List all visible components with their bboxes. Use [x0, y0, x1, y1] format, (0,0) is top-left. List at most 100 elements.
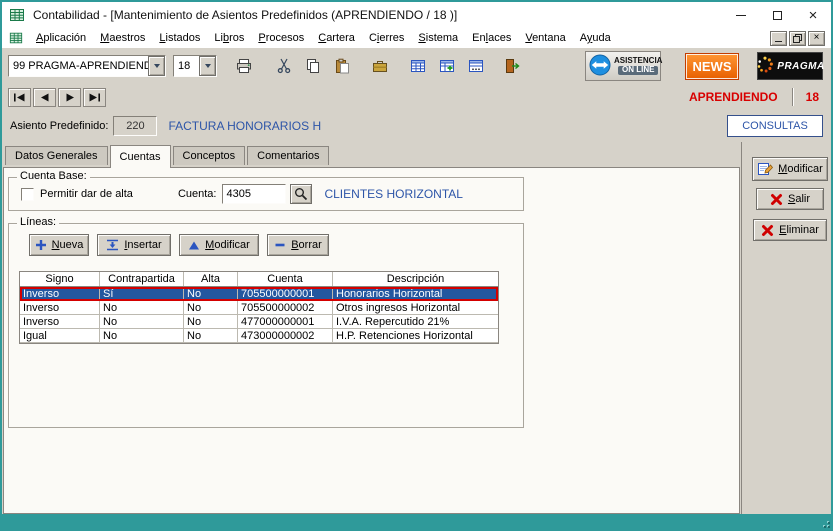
- tabstrip: Datos GeneralesCuentasConceptosComentari…: [5, 146, 331, 167]
- menu-item-listados[interactable]: Listados: [152, 30, 207, 46]
- company-name-label: APRENDIENDO: [689, 90, 778, 104]
- cell-descripcion: I.V.A. Repercutido 21%: [333, 315, 498, 328]
- cell-alta: No: [184, 315, 238, 328]
- close-button[interactable]: ×: [795, 2, 831, 28]
- minimize-button[interactable]: [723, 2, 759, 28]
- table-view-icon[interactable]: [405, 53, 431, 79]
- mdi-minimize-button[interactable]: [770, 31, 787, 46]
- company-combo[interactable]: 99 PRAGMA-APRENDIENDO: [8, 55, 166, 77]
- menu-item-libros[interactable]: Libros: [207, 30, 251, 46]
- menu-item-cierres[interactable]: Cierres: [362, 30, 411, 46]
- application-window: Contabilidad - [Mantenimiento de Asiento…: [0, 0, 833, 531]
- cut-icon[interactable]: [271, 53, 297, 79]
- modify-up-icon: [188, 240, 200, 251]
- lineas-nueva-button[interactable]: Nueva: [29, 234, 89, 256]
- maximize-button[interactable]: [759, 2, 795, 28]
- chevron-down-icon[interactable]: [199, 56, 216, 76]
- company-combo-value: 99 PRAGMA-APRENDIENDO: [9, 56, 148, 76]
- menu-item-procesos[interactable]: Procesos: [251, 30, 311, 46]
- resize-grip[interactable]: [820, 518, 830, 528]
- consultas-label: CONSULTAS: [742, 120, 808, 132]
- tab-datos-generales[interactable]: Datos Generales: [5, 146, 108, 165]
- statusbar: [0, 514, 833, 531]
- lineas-table: SignoContrapartidaAltaCuentaDescripciónI…: [19, 271, 499, 344]
- table-row-3[interactable]: InversoNoNo477000000001I.V.A. Repercutid…: [20, 315, 498, 329]
- column-header-cuenta[interactable]: Cuenta: [238, 272, 333, 286]
- menubar: AplicaciónMaestrosListadosLibrosProcesos…: [2, 28, 831, 48]
- modificar-button[interactable]: Modificar: [752, 157, 828, 181]
- exercise-label: 18: [806, 90, 819, 104]
- news-button[interactable]: NEWS: [685, 53, 739, 80]
- consultas-button[interactable]: CONSULTAS: [727, 115, 823, 137]
- mdi-child-icon: [9, 31, 23, 45]
- vcr-buttons: [8, 88, 106, 107]
- cuenta-label: Cuenta:: [178, 188, 217, 200]
- cuenta-base-group: Cuenta Base: Permitir dar de alta Cuenta…: [8, 177, 524, 211]
- menu-item-cartera[interactable]: Cartera: [311, 30, 362, 46]
- exit-app-icon[interactable]: [499, 53, 525, 79]
- lineas-insertar-button[interactable]: Insertar: [97, 234, 171, 256]
- paste-icon[interactable]: [329, 53, 355, 79]
- cuenta-base-group-label: Cuenta Base:: [17, 170, 90, 182]
- nav-next-button[interactable]: [58, 88, 81, 107]
- menu-item-ventana[interactable]: Ventana: [518, 30, 572, 46]
- table-list-icon[interactable]: [463, 53, 489, 79]
- toolbar: 99 PRAGMA-APRENDIENDO 18 ASISTENCIA ON L…: [2, 48, 831, 84]
- nav-first-button[interactable]: [8, 88, 31, 107]
- mdi-close-button[interactable]: ×: [808, 31, 825, 46]
- tab-page-cuentas: Cuenta Base: Permitir dar de alta Cuenta…: [3, 167, 740, 514]
- asiento-code-field: 220: [113, 116, 157, 136]
- permitir-dar-de-alta-checkbox[interactable]: [21, 188, 34, 201]
- nav-last-button[interactable]: [83, 88, 106, 107]
- new-icon: [35, 239, 47, 251]
- exercise-combo[interactable]: 18: [173, 55, 217, 77]
- column-header-signo[interactable]: Signo: [20, 272, 100, 286]
- teamviewer-icon: [589, 54, 611, 79]
- lineas-borrar-button[interactable]: Borrar: [267, 234, 329, 256]
- divider: [792, 88, 794, 106]
- cell-signo: Inverso: [20, 315, 100, 328]
- mdi-restore-button[interactable]: [789, 31, 806, 46]
- menu-item-maestros[interactable]: Maestros: [93, 30, 152, 46]
- tab-comentarios[interactable]: Comentarios: [247, 146, 329, 165]
- table-row-1-selected[interactable]: InversoSíNo705500000001Honorarios Horizo…: [20, 287, 498, 301]
- cell-contrapartida: No: [100, 329, 184, 342]
- cell-signo: Inverso: [20, 301, 100, 314]
- cell-descripcion: Honorarios Horizontal: [333, 287, 498, 300]
- cuenta-input[interactable]: [222, 184, 286, 204]
- asistencia-online-button[interactable]: ASISTENCIA ON LINE: [585, 51, 661, 81]
- lineas-modificar-label: Modificar: [205, 239, 250, 251]
- salir-button[interactable]: Salir: [756, 188, 824, 210]
- cell-contrapartida: No: [100, 301, 184, 314]
- eliminar-button[interactable]: Eliminar: [753, 219, 827, 241]
- cell-contrapartida: Sí: [100, 287, 184, 300]
- titlebar: Contabilidad - [Mantenimiento de Asiento…: [2, 2, 831, 28]
- search-button[interactable]: [290, 184, 312, 204]
- asiento-predefinido-label: Asiento Predefinido:: [10, 120, 108, 132]
- menu-item-ayuda[interactable]: Ayuda: [573, 30, 618, 46]
- pragma-logo-button[interactable]: PRAGMA: [757, 52, 823, 80]
- menu-item-aplicacion[interactable]: Aplicación: [29, 30, 93, 46]
- nav-prev-button[interactable]: [33, 88, 56, 107]
- table-header-row: SignoContrapartidaAltaCuentaDescripción: [20, 272, 498, 287]
- delete-minus-icon: [274, 239, 286, 251]
- printer-icon[interactable]: [231, 53, 257, 79]
- cell-cuenta: 705500000001: [238, 287, 333, 300]
- menu-item-sistema[interactable]: Sistema: [411, 30, 465, 46]
- table-row-4[interactable]: IgualNoNo473000000002H.P. Retenciones Ho…: [20, 329, 498, 343]
- tab-conceptos[interactable]: Conceptos: [173, 146, 246, 165]
- briefcase-icon[interactable]: [367, 53, 393, 79]
- column-header-contrapartida[interactable]: Contrapartida: [100, 272, 184, 286]
- lineas-modificar-button[interactable]: Modificar: [179, 234, 259, 256]
- cell-alta: No: [184, 301, 238, 314]
- menu-item-enlaces[interactable]: Enlaces: [465, 30, 518, 46]
- chevron-down-icon[interactable]: [148, 56, 165, 76]
- column-header-alta[interactable]: Alta: [184, 272, 238, 286]
- tab-cuentas[interactable]: Cuentas: [110, 145, 171, 168]
- copy-icon[interactable]: [300, 53, 326, 79]
- cell-signo: Igual: [20, 329, 100, 342]
- table-insert-icon[interactable]: [434, 53, 460, 79]
- table-row-2[interactable]: InversoNoNo705500000002Otros ingresos Ho…: [20, 301, 498, 315]
- permitir-dar-de-alta-label: Permitir dar de alta: [40, 188, 133, 200]
- column-header-descripcion[interactable]: Descripción: [333, 272, 498, 286]
